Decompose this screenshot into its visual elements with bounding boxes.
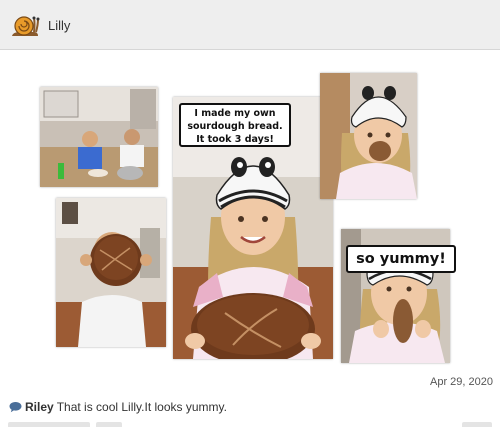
caption-line: It took 3 days!: [196, 134, 274, 145]
post-header: Lilly: [0, 0, 500, 50]
boy-with-bread-photo: [56, 198, 166, 347]
caption-line: sourdough bread.: [187, 121, 283, 132]
comment-row: Riley That is cool Lilly.It looks yummy.: [9, 400, 227, 414]
post-author-name[interactable]: Lilly: [48, 18, 70, 33]
action-button[interactable]: [8, 422, 90, 427]
caption-made-bread: I made my own sourdough bread. It took 3…: [179, 103, 291, 147]
comment-author[interactable]: Riley: [25, 400, 54, 414]
comment-text: That is cool Lilly.It looks yummy.: [56, 400, 227, 414]
comment-actions-bar: [0, 422, 500, 427]
action-button[interactable]: [96, 422, 122, 427]
girl-eating-bread-photo: [320, 73, 417, 199]
post-photo-collage[interactable]: I made my own sourdough bread. It took 3…: [0, 50, 500, 370]
caption-line: I made my own: [194, 108, 276, 119]
kids-kitchen-photo: [40, 87, 158, 187]
snail-icon: [12, 16, 40, 36]
caption-so-yummy: so yummy!: [346, 245, 456, 273]
post-date: Apr 29, 2020: [430, 376, 493, 388]
action-button[interactable]: [462, 422, 492, 427]
speech-bubble-icon: [9, 402, 22, 413]
